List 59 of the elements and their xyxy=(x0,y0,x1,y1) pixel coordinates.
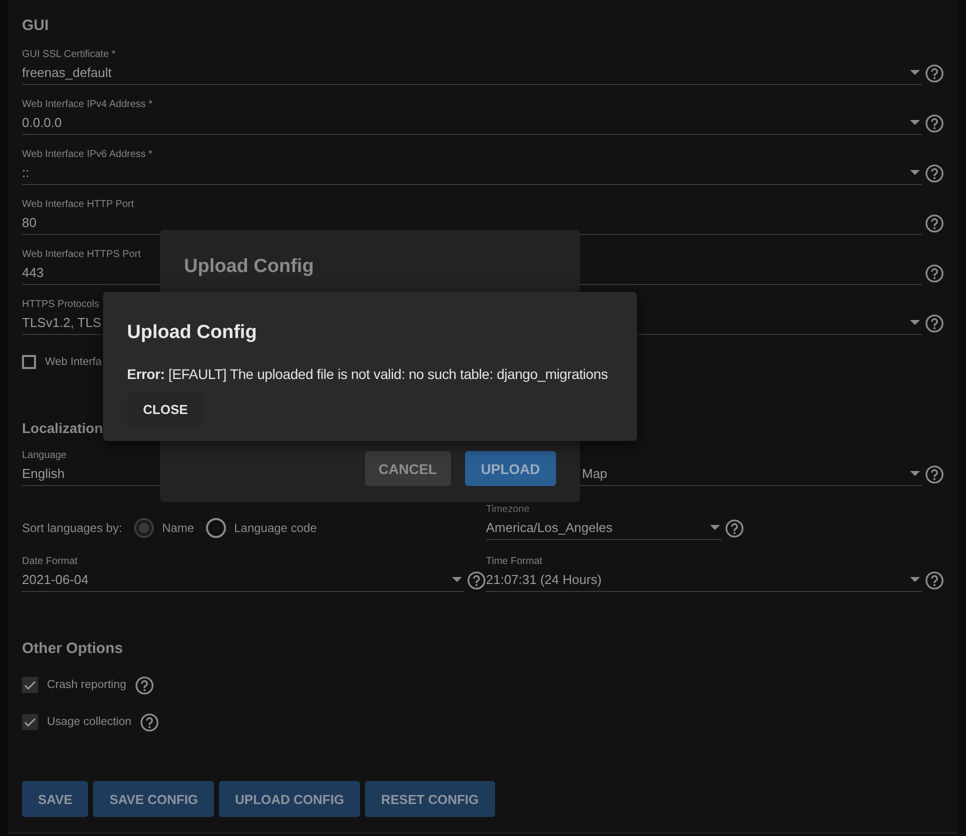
field-label: Language xyxy=(22,450,68,462)
field-label: Web Interface IPv4 Address * xyxy=(22,99,154,111)
help-icon[interactable] xyxy=(925,164,944,182)
action-button[interactable]: SAVE xyxy=(22,781,88,817)
field-label: GUI SSL Certificate * xyxy=(22,49,117,61)
caret-icon xyxy=(910,170,920,175)
caret-icon xyxy=(910,577,920,582)
radio-label: Name xyxy=(162,521,194,535)
caret-icon xyxy=(710,525,720,530)
select-field[interactable]: America/Los_Angeles xyxy=(486,516,722,540)
radio-button[interactable] xyxy=(134,518,154,538)
help-icon[interactable] xyxy=(925,570,944,590)
help-icon[interactable] xyxy=(925,64,944,82)
error-message: Error: [EFAULT] The uploaded file is not valid: no such table: django_migrations xyxy=(127,366,609,382)
help-icon[interactable] xyxy=(925,264,944,282)
section-title: Localization xyxy=(22,419,104,438)
radio-button[interactable] xyxy=(206,518,226,538)
select-field[interactable]: :: xyxy=(22,161,922,185)
field-label: Web Interface HTTPS Port xyxy=(22,249,142,261)
field-label: Web Interface IPv6 Address * xyxy=(22,149,154,161)
select-field[interactable]: 0.0.0.0 xyxy=(22,111,922,135)
dialog-title: Upload Config xyxy=(184,256,315,278)
help-icon[interactable] xyxy=(725,518,744,538)
caret-icon xyxy=(910,120,920,125)
cancel-button[interactable]: CANCEL xyxy=(364,451,451,486)
help-icon[interactable] xyxy=(925,314,944,332)
help-icon[interactable] xyxy=(925,114,944,132)
help-icon[interactable] xyxy=(135,676,154,694)
checkbox-label: Web Interfa xyxy=(45,356,102,368)
radio-group-label: Sort languages by: xyxy=(22,521,122,535)
help-icon[interactable] xyxy=(140,712,160,732)
caret-icon xyxy=(910,70,920,75)
caret-icon xyxy=(910,320,920,325)
radio-label: Language code xyxy=(234,521,317,535)
field-label: HTTPS Protocols xyxy=(22,299,100,311)
checkbox-label: Usage collection xyxy=(47,716,132,728)
field-label: Web Interface HTTP Port xyxy=(22,199,135,211)
checkbox[interactable] xyxy=(22,355,36,369)
field-label: Time Format xyxy=(486,556,544,568)
help-icon[interactable] xyxy=(925,214,944,232)
checkbox[interactable] xyxy=(22,677,38,693)
action-button[interactable]: SAVE CONFIG xyxy=(93,781,214,817)
select-field[interactable]: freenas_default xyxy=(22,61,922,85)
section-title: Other Options xyxy=(22,639,124,659)
checkbox-label: Crash reporting xyxy=(47,679,126,691)
checkbox[interactable] xyxy=(22,714,38,730)
help-icon[interactable] xyxy=(925,464,944,484)
help-icon[interactable] xyxy=(467,570,486,590)
field-label: Date Format xyxy=(22,556,79,568)
section-title: GUI xyxy=(22,16,50,36)
field-label: Timezone xyxy=(486,504,531,516)
close-button[interactable]: CLOSE xyxy=(127,392,204,426)
dialog-title: Upload Config xyxy=(127,322,258,344)
caret-icon xyxy=(452,577,462,582)
select-field[interactable]: 21:07:31 (24 Hours) xyxy=(486,568,922,592)
action-button[interactable]: RESET CONFIG xyxy=(365,781,495,817)
caret-icon xyxy=(910,471,920,476)
action-button[interactable]: UPLOAD CONFIG xyxy=(219,781,360,817)
select-field[interactable]: 2021-06-04 xyxy=(22,568,464,592)
